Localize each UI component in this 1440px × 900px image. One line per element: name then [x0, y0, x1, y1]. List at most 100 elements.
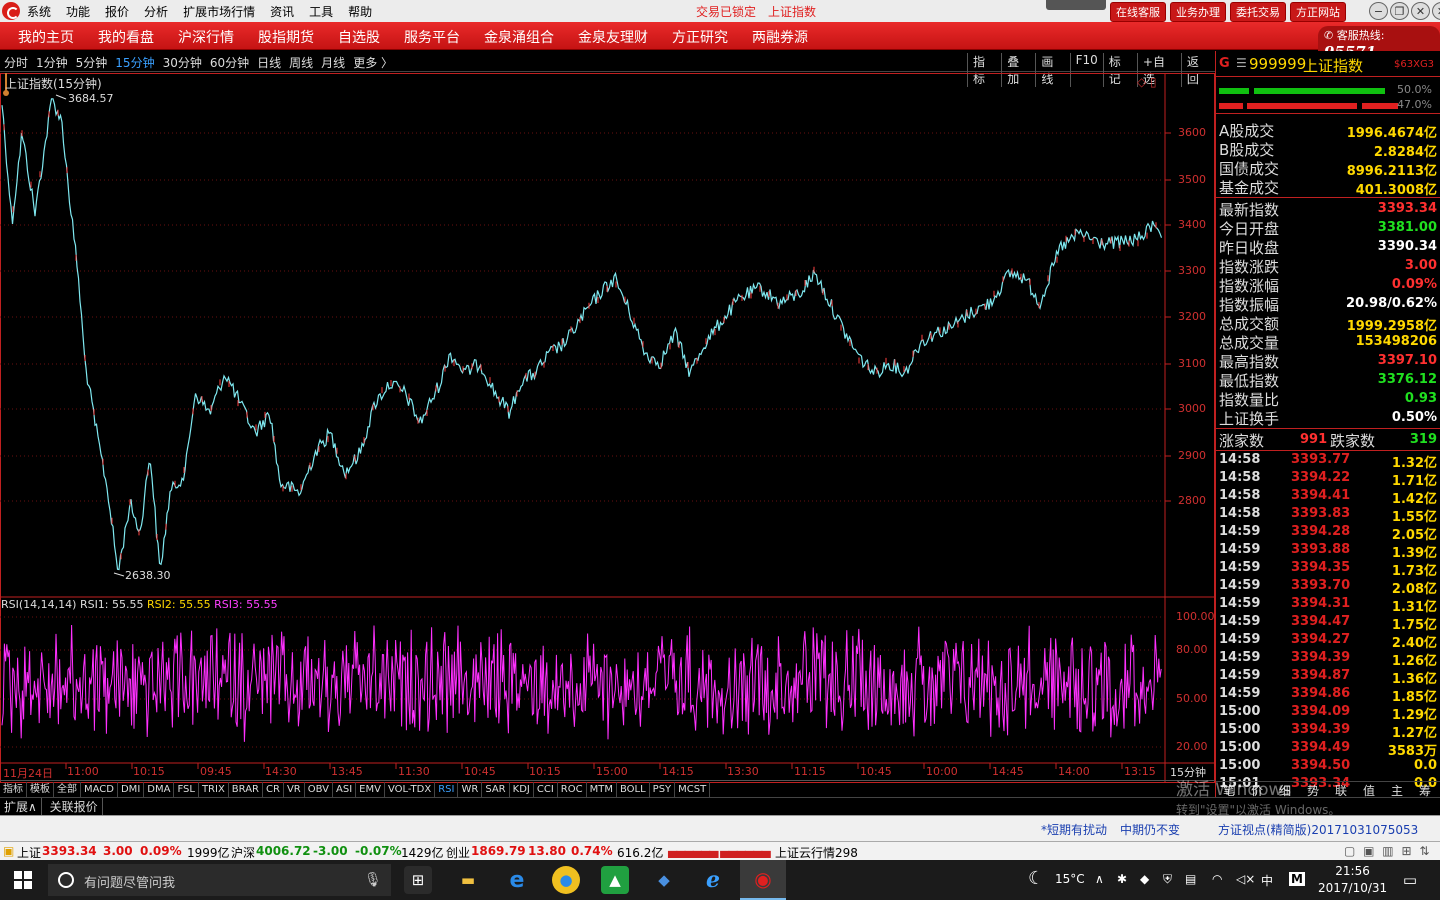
tray-expand-icon[interactable]: ∧ — [1095, 872, 1104, 886]
tick-row[interactable]: 14:58 3394.22 1.71亿 — [1216, 470, 1440, 489]
period-60min[interactable]: 60分钟 — [210, 54, 249, 71]
cy-label[interactable]: 创业 — [446, 844, 470, 861]
tick-row[interactable]: 14:58 3394.41 1.42亿 — [1216, 488, 1440, 507]
period-more[interactable]: 更多 〉 — [353, 54, 393, 71]
store-icon[interactable]: ⊞ — [404, 866, 432, 894]
weather-moon-icon[interactable]: ☾ — [1028, 868, 1044, 889]
period-1min[interactable]: 1分钟 — [36, 54, 68, 71]
indicator-tab[interactable]: OBV — [305, 782, 333, 797]
tick-row[interactable]: 14:59 3394.39 1.26亿 — [1216, 650, 1440, 669]
tick-row[interactable]: 15:00 3394.09 1.29亿 — [1216, 704, 1440, 723]
indicator-tab[interactable]: EMV — [356, 782, 385, 797]
period-15min[interactable]: 15分钟 — [115, 54, 154, 71]
bluetooth-icon[interactable]: ✱ — [1117, 872, 1127, 886]
period-monthly[interactable]: 月线 — [321, 54, 345, 71]
edge-icon[interactable]: e — [503, 866, 531, 894]
indicator-tab[interactable]: ROC — [558, 782, 587, 797]
volume-icon[interactable]: ◁× — [1236, 872, 1255, 886]
news-link[interactable]: *短期有扰动 — [1041, 821, 1107, 838]
taskbar-clock[interactable]: 21:56 2017/10/31 — [1318, 863, 1387, 897]
tick-row[interactable]: 14:59 3394.86 1.85亿 — [1216, 686, 1440, 705]
tick-row[interactable]: 14:59 3394.47 1.75亿 — [1216, 614, 1440, 633]
menu-help[interactable]: 帮助 — [348, 3, 372, 20]
network-icon[interactable]: ▤ — [1185, 872, 1196, 886]
period-intraday[interactable]: 分时 — [4, 54, 28, 71]
tick-row[interactable]: 14:58 3393.77 1.32亿 — [1216, 452, 1440, 471]
tick-row[interactable]: 14:58 3393.83 1.55亿 — [1216, 506, 1440, 525]
tab-main[interactable]: 主 — [1391, 782, 1403, 799]
tick-row[interactable]: 14:59 3394.27 2.40亿 — [1216, 632, 1440, 651]
trade-lock-status[interactable]: 交易已锁定 — [696, 3, 756, 20]
indicator-tab[interactable]: PSY — [650, 782, 676, 797]
menu-system[interactable]: 系统 — [27, 3, 51, 20]
nav-watchlist[interactable]: 自选股 — [338, 27, 380, 47]
temperature[interactable]: 15°C — [1055, 872, 1085, 886]
nav-my-watch[interactable]: 我的看盘 — [98, 27, 154, 47]
group-icon[interactable]: G — [1219, 56, 1230, 71]
nav-finance[interactable]: 金泉友理财 — [578, 27, 648, 47]
period-5min[interactable]: 5分钟 — [76, 54, 108, 71]
wifi-icon[interactable]: ◠ — [1212, 872, 1222, 886]
indicator-tab[interactable]: RSI — [435, 782, 459, 797]
tick-row[interactable]: 14:59 3393.88 1.39亿 — [1216, 542, 1440, 561]
indicator-tab[interactable]: CCI — [534, 782, 558, 797]
indicator-tab[interactable]: BRAR — [229, 782, 263, 797]
minimize-icon[interactable]: − — [1369, 2, 1388, 20]
indicator-tab[interactable]: VOL-TDX — [385, 782, 436, 797]
founder-app-icon[interactable]: ◉ — [740, 860, 786, 900]
cloud-quote[interactable]: 上证云行情298 — [775, 844, 858, 861]
browser-icon[interactable]: ● — [552, 866, 580, 894]
indicator-tab[interactable]: MCST — [675, 782, 711, 797]
nav-service[interactable]: 服务平台 — [404, 27, 460, 47]
indicator-tab[interactable]: MACD — [81, 782, 118, 797]
chart-svg[interactable] — [0, 73, 1215, 783]
menu-info[interactable]: 资讯 — [270, 3, 294, 20]
indicator-tab[interactable]: CR — [263, 782, 284, 797]
indicator-tab[interactable]: VR — [284, 782, 305, 797]
business-button[interactable]: 业务办理 — [1170, 2, 1226, 22]
indicator-tab[interactable]: KDJ — [510, 782, 534, 797]
expand-button[interactable]: 扩展∧ — [0, 798, 42, 815]
tick-row[interactable]: 15:00 3394.50 0.0 — [1216, 758, 1440, 776]
nav-hs-market[interactable]: 沪深行情 — [178, 27, 234, 47]
tick-row[interactable]: 14:59 3394.87 1.36亿 — [1216, 668, 1440, 687]
status-tray-icons[interactable]: ▢ ▣ ▥ ⊞ ⇅ — [1344, 844, 1431, 858]
app-green-icon[interactable]: ▲ — [601, 866, 629, 894]
sh-label[interactable]: 上证 — [17, 844, 41, 861]
indicator-tab[interactable]: SAR — [482, 782, 510, 797]
hs-label[interactable]: 沪深 — [231, 844, 255, 861]
tick-row[interactable]: 15:00 3394.49 3583万 — [1216, 740, 1440, 759]
nav-my-home[interactable]: 我的主页 — [18, 27, 74, 47]
indicator-tab[interactable]: MTM — [587, 782, 617, 797]
trading-app-icon[interactable]: ◆ — [650, 866, 678, 894]
close-icon[interactable]: ✕ — [1432, 2, 1440, 20]
restore-icon[interactable]: ❐ — [1390, 2, 1409, 20]
period-30min[interactable]: 30分钟 — [163, 54, 202, 71]
tab-value[interactable]: 值 — [1363, 782, 1375, 799]
menu-function[interactable]: 功能 — [66, 3, 90, 20]
period-daily[interactable]: 日线 — [257, 54, 281, 71]
nav-research[interactable]: 方正研究 — [672, 27, 728, 47]
tick-row[interactable]: 14:59 3394.35 1.73亿 — [1216, 560, 1440, 579]
file-explorer-icon[interactable]: ▬ — [454, 866, 482, 894]
tick-row[interactable]: 14:59 3394.31 1.31亿 — [1216, 596, 1440, 615]
ime-mode-icon[interactable]: M — [1289, 872, 1305, 886]
indicator-tab[interactable]: DMI — [118, 782, 145, 797]
indicator-tab[interactable]: BOLL — [617, 782, 650, 797]
news-link[interactable]: 方证视点(精简版)20171031075053 — [1218, 821, 1418, 838]
website-button[interactable]: 方正网站 — [1290, 2, 1346, 22]
indicator-tab[interactable]: 指标 — [0, 782, 27, 797]
menu-quote[interactable]: 报价 — [105, 3, 129, 20]
online-service-button[interactable]: 在线客服 — [1110, 2, 1166, 22]
indicator-tab[interactable]: FSL — [174, 782, 199, 797]
nav-margin[interactable]: 两融券源 — [752, 27, 808, 47]
news-link[interactable]: 中期仍不变 — [1120, 821, 1180, 838]
trade-button[interactable]: 委托交易 — [1230, 2, 1286, 22]
ie-icon[interactable]: ℯ — [699, 866, 727, 894]
close-panel-icon[interactable]: ✕ — [1411, 2, 1430, 20]
tick-row[interactable]: 15:00 3394.39 1.27亿 — [1216, 722, 1440, 741]
indicator-tab[interactable]: 模板 — [27, 782, 54, 797]
tab-link[interactable]: 联 — [1335, 782, 1347, 799]
ime-icon[interactable]: 中 — [1261, 872, 1273, 889]
mini-graph-tab[interactable] — [1046, 0, 1106, 10]
